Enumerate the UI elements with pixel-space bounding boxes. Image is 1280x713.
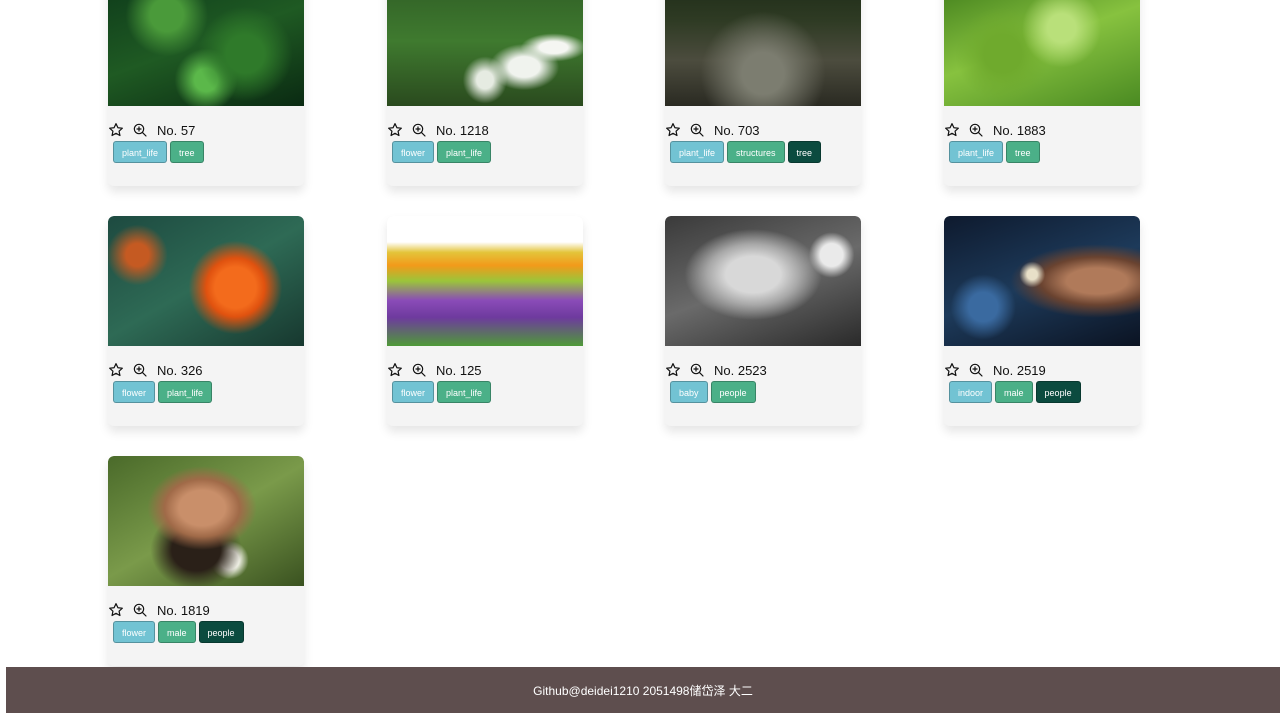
- star-icon[interactable]: [665, 122, 681, 138]
- tag-indoor[interactable]: indoor: [949, 381, 993, 403]
- photo-meta: No. 2519: [944, 359, 1046, 381]
- photo-image[interactable]: [665, 216, 861, 346]
- tag-tree[interactable]: tree: [1006, 141, 1040, 163]
- tag-flower[interactable]: flower: [113, 621, 156, 643]
- photo-number: No. 2523: [714, 362, 767, 378]
- photo-image[interactable]: [944, 0, 1140, 106]
- star-icon[interactable]: [944, 362, 960, 378]
- tag-structures[interactable]: structures: [727, 141, 785, 163]
- photo-card[interactable]: No. 326 flower plant_life: [108, 216, 304, 426]
- tag-plant-life[interactable]: plant_life: [949, 141, 1004, 163]
- photo-number: No. 326: [157, 362, 203, 378]
- zoom-in-icon[interactable]: [411, 362, 427, 378]
- photo-card[interactable]: No. 57 plant_life tree: [108, 0, 304, 186]
- tag-people[interactable]: people: [1035, 381, 1081, 403]
- tag-list: flower plant_life: [113, 381, 213, 403]
- photo-number: No. 703: [714, 122, 760, 138]
- zoom-in-icon[interactable]: [968, 122, 984, 138]
- photo-card[interactable]: No. 1819 flower male people: [108, 456, 304, 666]
- tag-tree[interactable]: tree: [787, 141, 822, 163]
- photo-card[interactable]: No. 703 plant_life structures tree: [665, 0, 861, 186]
- photo-meta: No. 1883: [944, 119, 1046, 141]
- tag-list: flower male people: [113, 621, 244, 643]
- tag-flower[interactable]: flower: [113, 381, 156, 403]
- zoom-in-icon[interactable]: [132, 362, 148, 378]
- zoom-in-icon[interactable]: [689, 122, 705, 138]
- tag-list: baby people: [670, 381, 756, 403]
- tag-flower[interactable]: flower: [392, 141, 435, 163]
- photo-card[interactable]: No. 1218 flower plant_life: [387, 0, 583, 186]
- photo-meta: No. 703: [665, 119, 760, 141]
- photo-image[interactable]: [108, 0, 304, 106]
- tag-list: indoor male people: [949, 381, 1081, 403]
- zoom-in-icon[interactable]: [132, 122, 148, 138]
- tag-plant-life[interactable]: plant_life: [437, 381, 492, 403]
- tag-plant-life[interactable]: plant_life: [670, 141, 725, 163]
- star-icon[interactable]: [108, 602, 124, 618]
- photo-image[interactable]: [387, 0, 583, 106]
- photo-card[interactable]: No. 2523 baby people: [665, 216, 861, 426]
- photo-card[interactable]: No. 125 flower plant_life: [387, 216, 583, 426]
- photo-image[interactable]: [387, 216, 583, 346]
- footer: Github@deidei1210 2051498储岱泽 大二: [6, 667, 1280, 713]
- tag-list: plant_life tree: [113, 141, 204, 163]
- tag-flower[interactable]: flower: [392, 381, 435, 403]
- tag-plant-life[interactable]: plant_life: [158, 381, 213, 403]
- photo-number: No. 1819: [157, 602, 210, 618]
- photo-image[interactable]: [665, 0, 861, 106]
- photo-meta: No. 1218: [387, 119, 489, 141]
- photo-image[interactable]: [944, 216, 1140, 346]
- photo-meta: No. 125: [387, 359, 482, 381]
- footer-text: Github@deidei1210 2051498储岱泽 大二: [533, 683, 753, 698]
- tag-people[interactable]: people: [710, 381, 756, 403]
- photo-meta: No. 57: [108, 119, 195, 141]
- star-icon[interactable]: [944, 122, 960, 138]
- photo-meta: No. 2523: [665, 359, 767, 381]
- photo-gallery: No. 57 plant_life tree No. 1218 flower plant_…: [0, 0, 1280, 667]
- photo-number: No. 2519: [993, 362, 1046, 378]
- tag-plant-life[interactable]: plant_life: [113, 141, 168, 163]
- tag-plant-life[interactable]: plant_life: [437, 141, 492, 163]
- tag-male[interactable]: male: [995, 381, 1033, 403]
- photo-image[interactable]: [108, 456, 304, 586]
- photo-number: No. 125: [436, 362, 482, 378]
- zoom-in-icon[interactable]: [689, 362, 705, 378]
- photo-image[interactable]: [108, 216, 304, 346]
- tag-baby[interactable]: baby: [670, 381, 708, 403]
- star-icon[interactable]: [387, 122, 403, 138]
- star-icon[interactable]: [665, 362, 681, 378]
- photo-meta: No. 326: [108, 359, 203, 381]
- zoom-in-icon[interactable]: [411, 122, 427, 138]
- tag-list: flower plant_life: [392, 381, 492, 403]
- photo-number: No. 57: [157, 122, 196, 138]
- photo-meta: No. 1819: [108, 599, 210, 621]
- star-icon[interactable]: [108, 362, 124, 378]
- tag-male[interactable]: male: [158, 621, 196, 643]
- star-icon[interactable]: [108, 122, 124, 138]
- photo-card[interactable]: No. 1883 plant_life tree: [944, 0, 1140, 186]
- tag-list: plant_life tree: [949, 141, 1040, 163]
- star-icon[interactable]: [387, 362, 403, 378]
- zoom-in-icon[interactable]: [968, 362, 984, 378]
- photo-card[interactable]: No. 2519 indoor male people: [944, 216, 1140, 426]
- tag-people[interactable]: people: [198, 621, 244, 643]
- tag-list: plant_life structures tree: [670, 141, 822, 163]
- tag-tree[interactable]: tree: [170, 141, 204, 163]
- tag-list: flower plant_life: [392, 141, 492, 163]
- zoom-in-icon[interactable]: [132, 602, 148, 618]
- photo-number: No. 1883: [993, 122, 1046, 138]
- photo-number: No. 1218: [436, 122, 489, 138]
